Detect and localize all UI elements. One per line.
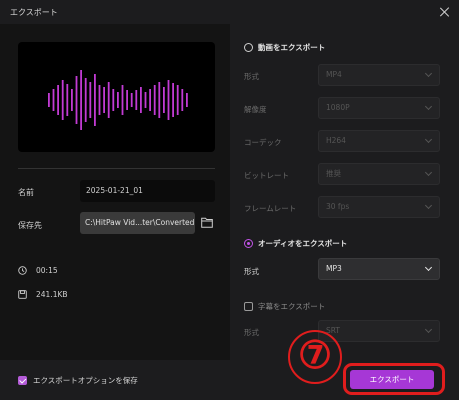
waveform-bar bbox=[117, 92, 119, 108]
waveform-bar bbox=[52, 89, 55, 111]
video-format-label: 形式 bbox=[244, 72, 259, 81]
resolution-label: 解像度 bbox=[244, 105, 267, 114]
waveform-bar bbox=[140, 87, 142, 113]
waveform-bar bbox=[89, 82, 92, 118]
waveform-bar bbox=[75, 76, 78, 124]
waveform-bar bbox=[181, 89, 184, 111]
waveform-bar bbox=[172, 83, 174, 117]
waveform-bar bbox=[71, 89, 73, 111]
framerate-value: 30 fps bbox=[326, 202, 350, 211]
waveform-bar bbox=[48, 93, 50, 107]
file-info-panel: 名前 2025-01-21_01 保存先 C:\HitPaw Vid...ter… bbox=[0, 24, 230, 360]
framerate-label: フレームレート bbox=[244, 204, 297, 213]
waveform-bar bbox=[158, 82, 161, 118]
chevron-down-icon bbox=[424, 69, 433, 78]
folder-icon[interactable] bbox=[201, 217, 213, 228]
waveform-bar bbox=[84, 78, 87, 122]
audio-export-radio[interactable] bbox=[244, 239, 253, 248]
video-export-option[interactable]: 動画をエクスポート bbox=[244, 42, 325, 53]
chevron-down-icon bbox=[424, 263, 433, 272]
chevron-down-icon bbox=[424, 135, 433, 144]
save-location-label: 保存先 bbox=[18, 221, 42, 230]
duration-value: 00:15 bbox=[36, 266, 58, 275]
video-format-value: MP4 bbox=[326, 70, 342, 79]
audio-export-option[interactable]: オーディオをエクスポート bbox=[244, 238, 347, 249]
window-title: エクスポート bbox=[10, 7, 58, 17]
video-format-select[interactable]: MP4 bbox=[318, 64, 440, 86]
size-row: 241.1KB bbox=[18, 290, 68, 299]
subtitle-format-select[interactable]: SRT bbox=[318, 320, 440, 342]
audio-format-value: MP3 bbox=[326, 264, 342, 273]
waveform-bar bbox=[149, 89, 151, 111]
waveform-bar bbox=[80, 70, 82, 130]
waveform-bar bbox=[121, 85, 124, 115]
step-number-annotation: ⑦ bbox=[288, 330, 342, 384]
bitrate-value: 推奨 bbox=[326, 169, 341, 178]
waveform-bar bbox=[144, 92, 147, 108]
audio-format-label: 形式 bbox=[244, 267, 259, 276]
export-settings-panel: 動画をエクスポート 形式 MP4 解像度 1080P コーデック H264 ビッ… bbox=[230, 24, 459, 360]
save-options-checkbox[interactable] bbox=[18, 376, 27, 385]
waveform-bar bbox=[167, 80, 170, 120]
waveform-bar bbox=[61, 80, 64, 120]
save-options-label: エクスポートオプションを保存 bbox=[33, 376, 138, 385]
framerate-select[interactable]: 30 fps bbox=[318, 196, 440, 218]
codec-value: H264 bbox=[326, 136, 346, 145]
audio-format-select[interactable]: MP3 bbox=[318, 258, 440, 280]
waveform-bar bbox=[103, 87, 105, 113]
waveform-bar bbox=[57, 85, 59, 115]
subtitle-export-label: 字幕をエクスポート bbox=[258, 302, 326, 311]
subtitle-format-label: 形式 bbox=[244, 328, 259, 337]
bitrate-label: ビットレート bbox=[244, 171, 289, 180]
bitrate-select[interactable]: 推奨 bbox=[318, 163, 440, 185]
name-label: 名前 bbox=[18, 188, 34, 197]
waveform-bar bbox=[66, 84, 69, 116]
export-button[interactable]: エクスポート bbox=[350, 370, 434, 389]
filename-input[interactable]: 2025-01-21_01 bbox=[80, 180, 215, 202]
storage-icon bbox=[18, 290, 27, 299]
waveform-bar bbox=[130, 93, 133, 107]
save-path-field[interactable]: C:\HitPaw Vid...ter\Converted bbox=[80, 212, 195, 234]
duration-row: 00:15 bbox=[18, 266, 58, 275]
chevron-down-icon bbox=[424, 201, 433, 210]
save-export-options[interactable]: エクスポートオプションを保存 bbox=[18, 375, 138, 386]
waveform-bar bbox=[112, 89, 115, 111]
audio-export-label: オーディオをエクスポート bbox=[258, 239, 348, 248]
resolution-value: 1080P bbox=[326, 103, 350, 112]
waveform-bar bbox=[186, 93, 188, 107]
waveform-bar bbox=[126, 90, 128, 110]
video-export-label: 動画をエクスポート bbox=[258, 43, 326, 52]
audio-waveform-preview bbox=[18, 42, 215, 152]
waveform-bar bbox=[107, 82, 110, 118]
clock-icon bbox=[18, 266, 27, 275]
codec-select[interactable]: H264 bbox=[318, 130, 440, 152]
codec-label: コーデック bbox=[244, 138, 282, 147]
divider bbox=[18, 168, 215, 169]
waveform-bar bbox=[153, 85, 156, 115]
waveform-bar bbox=[176, 85, 179, 115]
waveform-graphic bbox=[48, 70, 188, 130]
chevron-down-icon bbox=[424, 168, 433, 177]
resolution-select[interactable]: 1080P bbox=[318, 97, 440, 119]
waveform-bar bbox=[163, 87, 165, 113]
subtitle-export-option[interactable]: 字幕をエクスポート bbox=[244, 301, 325, 312]
video-export-radio[interactable] bbox=[244, 43, 253, 52]
close-icon[interactable] bbox=[439, 6, 451, 18]
waveform-bar bbox=[135, 90, 138, 110]
file-size-value: 241.1KB bbox=[36, 290, 68, 299]
subtitle-export-checkbox[interactable] bbox=[244, 302, 253, 311]
title-bar: エクスポート bbox=[0, 0, 459, 24]
waveform-bar bbox=[94, 74, 96, 126]
waveform-bar bbox=[98, 85, 101, 115]
chevron-down-icon bbox=[424, 325, 433, 334]
chevron-down-icon bbox=[424, 102, 433, 111]
